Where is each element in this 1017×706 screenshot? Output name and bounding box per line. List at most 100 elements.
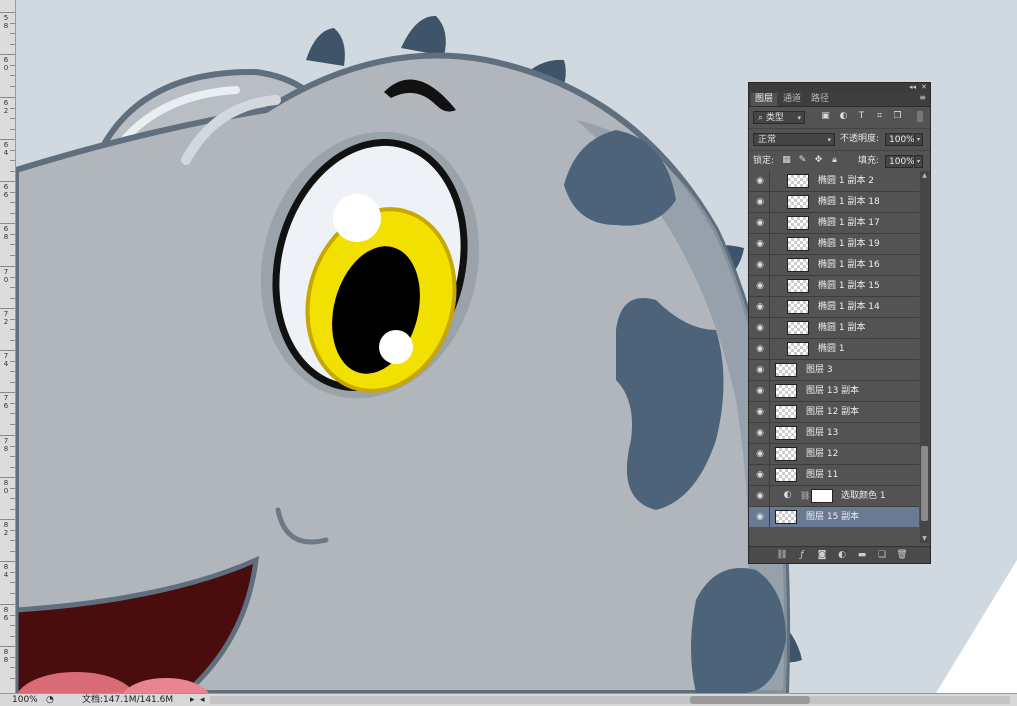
- status-menu-icon[interactable]: ◔: [46, 694, 54, 706]
- layer-row[interactable]: ◉ 椭圆 1 副本 2: [749, 171, 919, 192]
- layer-name: 椭圆 1 副本 19: [818, 239, 880, 249]
- ruler-label: 5: [3, 14, 9, 22]
- layer-row[interactable]: ◉ 图层 13: [749, 423, 919, 444]
- layer-row[interactable]: ◉ ◐ ⛓ 选取颜色 1: [749, 486, 919, 507]
- eye-icon[interactable]: ◉: [754, 385, 766, 397]
- ruler-minor-tick: [10, 593, 15, 594]
- lock-row: 锁定: ▦ ✎ ✥ 🔒︎ 填充: 100% ▾: [749, 151, 930, 173]
- eye-icon[interactable]: ◉: [754, 406, 766, 418]
- eye-icon[interactable]: ◉: [754, 511, 766, 523]
- ruler-tick: [0, 350, 15, 351]
- blend-mode-select[interactable]: 正常 ▾: [753, 133, 835, 146]
- scroll-down-icon[interactable]: ▼: [920, 534, 929, 543]
- horizontal-scrollbar-thumb[interactable]: [690, 696, 810, 704]
- tab-layers[interactable]: 图层: [751, 93, 778, 106]
- eye-icon[interactable]: ◉: [754, 196, 766, 208]
- layer-name: 椭圆 1 副本 16: [818, 260, 880, 270]
- eye-icon[interactable]: ◉: [754, 238, 766, 250]
- scrollbar-thumb[interactable]: [921, 446, 928, 521]
- adjustment-filter-icon[interactable]: ◐: [838, 111, 849, 122]
- layer-row[interactable]: ◉ 椭圆 1 副本: [749, 318, 919, 339]
- tab-paths[interactable]: 路径: [807, 93, 833, 106]
- zoom-level[interactable]: 100%: [12, 694, 38, 706]
- ruler-tick: [0, 519, 15, 520]
- layer-row[interactable]: ◉ 图层 11: [749, 465, 919, 486]
- scroll-up-icon[interactable]: ▲: [920, 171, 929, 180]
- layer-thumbnail: [787, 195, 809, 209]
- lock-pixels-icon[interactable]: ✎: [797, 155, 808, 166]
- ruler-minor-tick: [10, 361, 15, 362]
- eye-icon[interactable]: ◉: [754, 217, 766, 229]
- layer-row[interactable]: ◉ 椭圆 1 副本 16: [749, 255, 919, 276]
- layer-row[interactable]: ◉ 图层 3: [749, 360, 919, 381]
- layer-name: 图层 11: [806, 470, 839, 480]
- shape-filter-icon[interactable]: ⌗: [874, 111, 885, 122]
- eye-icon[interactable]: ◉: [754, 364, 766, 376]
- layer-thumbnail: [775, 426, 797, 440]
- layer-mask-thumbnail[interactable]: [811, 489, 833, 503]
- layer-row[interactable]: ◉ 椭圆 1: [749, 339, 919, 360]
- layer-row[interactable]: ◉ 椭圆 1 副本 19: [749, 234, 919, 255]
- horizontal-scrollbar[interactable]: [210, 696, 1010, 704]
- type-filter-icon[interactable]: T: [856, 111, 867, 122]
- eye-icon[interactable]: ◉: [754, 490, 766, 502]
- layer-row[interactable]: ◉ 图层 13 副本: [749, 381, 919, 402]
- smart-object-filter-icon[interactable]: ❐: [892, 111, 903, 122]
- filter-toggle[interactable]: [917, 111, 923, 122]
- lock-transparent-icon[interactable]: ▦: [781, 155, 792, 166]
- new-layer-icon[interactable]: ❏: [876, 549, 888, 561]
- adjustment-layer-icon: ◐: [783, 490, 792, 500]
- opacity-input[interactable]: 100%: [885, 133, 915, 146]
- filter-kind-select[interactable]: ⌕ 类型 ▾: [753, 111, 805, 124]
- fill-dropdown-icon[interactable]: ▾: [914, 155, 923, 168]
- ruler-minor-tick: [10, 213, 15, 214]
- status-arrow-icon[interactable]: ▸: [190, 694, 195, 706]
- eye-icon[interactable]: ◉: [754, 301, 766, 313]
- mask-icon[interactable]: ◙: [816, 549, 828, 561]
- eye-icon[interactable]: ◉: [754, 343, 766, 355]
- scroll-left-icon[interactable]: ◂: [200, 694, 205, 706]
- panel-menu-icon[interactable]: ≡: [919, 93, 926, 102]
- opacity-dropdown-icon[interactable]: ▾: [914, 133, 923, 146]
- fx-icon[interactable]: ƒ: [796, 549, 808, 561]
- panel-titlebar[interactable]: ◂◂ ✕: [749, 83, 930, 92]
- ruler-minor-tick: [10, 636, 15, 637]
- ruler-label: 6: [3, 141, 9, 149]
- mask-link-icon[interactable]: ⛓: [800, 490, 810, 501]
- eye-icon[interactable]: ◉: [754, 175, 766, 187]
- link-icon[interactable]: ⛓: [776, 549, 788, 561]
- eye-icon[interactable]: ◉: [754, 322, 766, 334]
- layer-row[interactable]: ◉ 图层 15 副本: [749, 507, 919, 527]
- layer-row[interactable]: ◉ 图层 12 副本: [749, 402, 919, 423]
- layer-list: ◉ 椭圆 1 副本 2 ◉ 椭圆 1 副本 18 ◉ 椭圆 1 副本 17 ◉ 椭圆 1 副本…: [749, 171, 919, 527]
- eye-icon[interactable]: ◉: [754, 427, 766, 439]
- collapse-icon[interactable]: ◂◂: [909, 83, 916, 92]
- layer-name: 图层 13: [806, 428, 839, 438]
- pixel-filter-icon[interactable]: ▣: [820, 111, 831, 122]
- ruler-minor-tick: [10, 657, 15, 658]
- ruler-minor-tick: [10, 498, 15, 499]
- lock-all-icon[interactable]: 🔒︎: [829, 155, 840, 166]
- ruler-minor-tick: [10, 551, 15, 552]
- fill-input[interactable]: 100%: [885, 155, 915, 168]
- tab-channels[interactable]: 通道: [779, 93, 805, 106]
- close-icon[interactable]: ✕: [921, 83, 927, 92]
- eye-icon[interactable]: ◉: [754, 448, 766, 460]
- layer-row[interactable]: ◉ 椭圆 1 副本 18: [749, 192, 919, 213]
- eye-icon[interactable]: ◉: [754, 259, 766, 271]
- layer-thumbnail: [787, 216, 809, 230]
- layer-list-scrollbar[interactable]: ▲ ▼: [920, 171, 929, 543]
- eye-icon[interactable]: ◉: [754, 280, 766, 292]
- layer-row[interactable]: ◉ 椭圆 1 副本 14: [749, 297, 919, 318]
- ruler-minor-tick: [10, 467, 15, 468]
- layer-row[interactable]: ◉ 椭圆 1 副本 15: [749, 276, 919, 297]
- panel-tabs: 图层 通道 路径 ≡: [749, 92, 930, 107]
- trash-icon[interactable]: 🗑︎: [896, 549, 908, 561]
- layer-row[interactable]: ◉ 图层 12: [749, 444, 919, 465]
- adjustment-icon[interactable]: ◐: [836, 549, 848, 561]
- layer-row[interactable]: ◉ 椭圆 1 副本 17: [749, 213, 919, 234]
- search-icon: ⌕: [758, 113, 766, 123]
- eye-icon[interactable]: ◉: [754, 469, 766, 481]
- lock-position-icon[interactable]: ✥: [813, 155, 824, 166]
- folder-icon[interactable]: ▬: [856, 549, 868, 561]
